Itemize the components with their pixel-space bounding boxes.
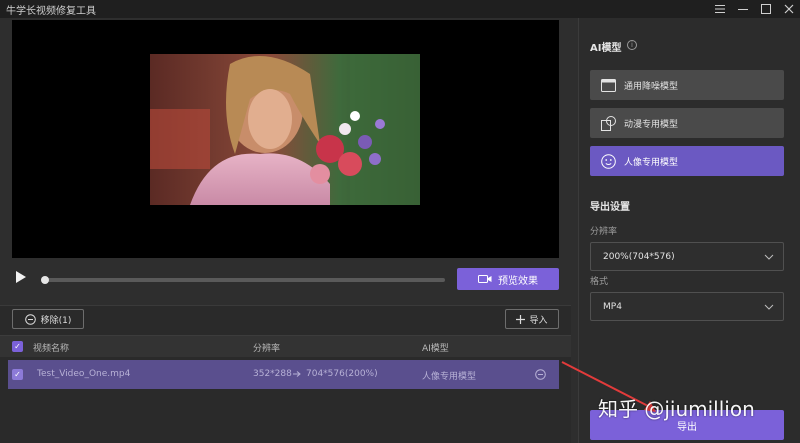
camera-icon xyxy=(478,275,492,283)
column-header-ai-model: AI模型 xyxy=(422,344,449,354)
timeline-handle[interactable] xyxy=(41,276,49,284)
close-icon[interactable] xyxy=(777,0,800,18)
import-button[interactable]: 导入 xyxy=(505,309,559,329)
format-value: MP4 xyxy=(603,301,622,312)
model-label-portrait: 人像专用模型 xyxy=(624,157,679,168)
chevron-down-icon xyxy=(764,304,774,310)
menu-icon[interactable] xyxy=(708,0,731,18)
model-label-denoise: 通用降噪模型 xyxy=(624,81,679,92)
info-icon[interactable]: i xyxy=(627,40,637,50)
ai-model-title: AI模型 xyxy=(590,43,622,54)
format-label: 格式 xyxy=(590,277,609,287)
shapes-icon xyxy=(600,115,616,131)
play-icon[interactable] xyxy=(14,270,28,284)
remove-button[interactable]: 移除(1) xyxy=(12,309,84,329)
film-icon xyxy=(600,77,616,93)
resolution-label: 分辨率 xyxy=(590,227,618,237)
row-ai-model: 人像专用模型 xyxy=(422,372,477,382)
maximize-icon[interactable] xyxy=(754,0,777,18)
preview-effect-label: 预览效果 xyxy=(498,275,538,287)
row-video-name: Test_Video_One.mp4 xyxy=(37,369,131,379)
preview-effect-button[interactable]: 预览效果 xyxy=(457,268,559,290)
resolution-value: 200%(704*576) xyxy=(603,251,675,262)
resolution-select[interactable]: 200%(704*576) xyxy=(590,242,784,271)
row-checkbox[interactable]: ✓ xyxy=(12,369,23,380)
format-select[interactable]: MP4 xyxy=(590,292,784,321)
row-source-resolution: 352*288 xyxy=(253,369,292,379)
window-title: 牛学长视频修复工具 xyxy=(6,5,96,17)
model-option-denoise[interactable]: 通用降噪模型 xyxy=(590,70,784,100)
arrow-right-icon xyxy=(293,371,301,377)
table-header xyxy=(0,335,571,357)
remove-row-icon[interactable] xyxy=(535,369,546,380)
export-settings-title: 导出设置 xyxy=(590,202,630,213)
import-label: 导入 xyxy=(529,315,548,326)
minimize-icon[interactable] xyxy=(731,0,754,18)
model-label-anime: 动漫专用模型 xyxy=(624,119,679,130)
select-all-checkbox[interactable]: ✓ xyxy=(12,341,23,352)
video-preview xyxy=(12,20,559,258)
row-target-resolution: 704*576(200%) xyxy=(306,369,378,379)
remove-label: 移除(1) xyxy=(40,315,72,326)
model-option-portrait[interactable]: 人像专用模型 xyxy=(590,146,784,176)
watermark: 知乎 @jiumillion xyxy=(598,397,755,421)
column-header-name: 视频名称 xyxy=(33,344,70,354)
model-option-anime[interactable]: 动漫专用模型 xyxy=(590,108,784,138)
face-icon xyxy=(600,153,616,169)
window-controls xyxy=(708,0,800,18)
minus-circle-icon xyxy=(24,313,36,325)
column-header-resolution: 分辨率 xyxy=(253,344,281,354)
title-bar: 牛学长视频修复工具 xyxy=(0,0,800,18)
app-window: 牛学长视频修复工具 预览效果 移除(1) 导入 ✓ 视频名称 分辨率 AI模型 … xyxy=(0,0,800,443)
video-frame xyxy=(150,54,420,205)
chevron-down-icon xyxy=(764,254,774,260)
timeline-track[interactable] xyxy=(44,278,445,282)
plus-icon xyxy=(516,314,526,324)
